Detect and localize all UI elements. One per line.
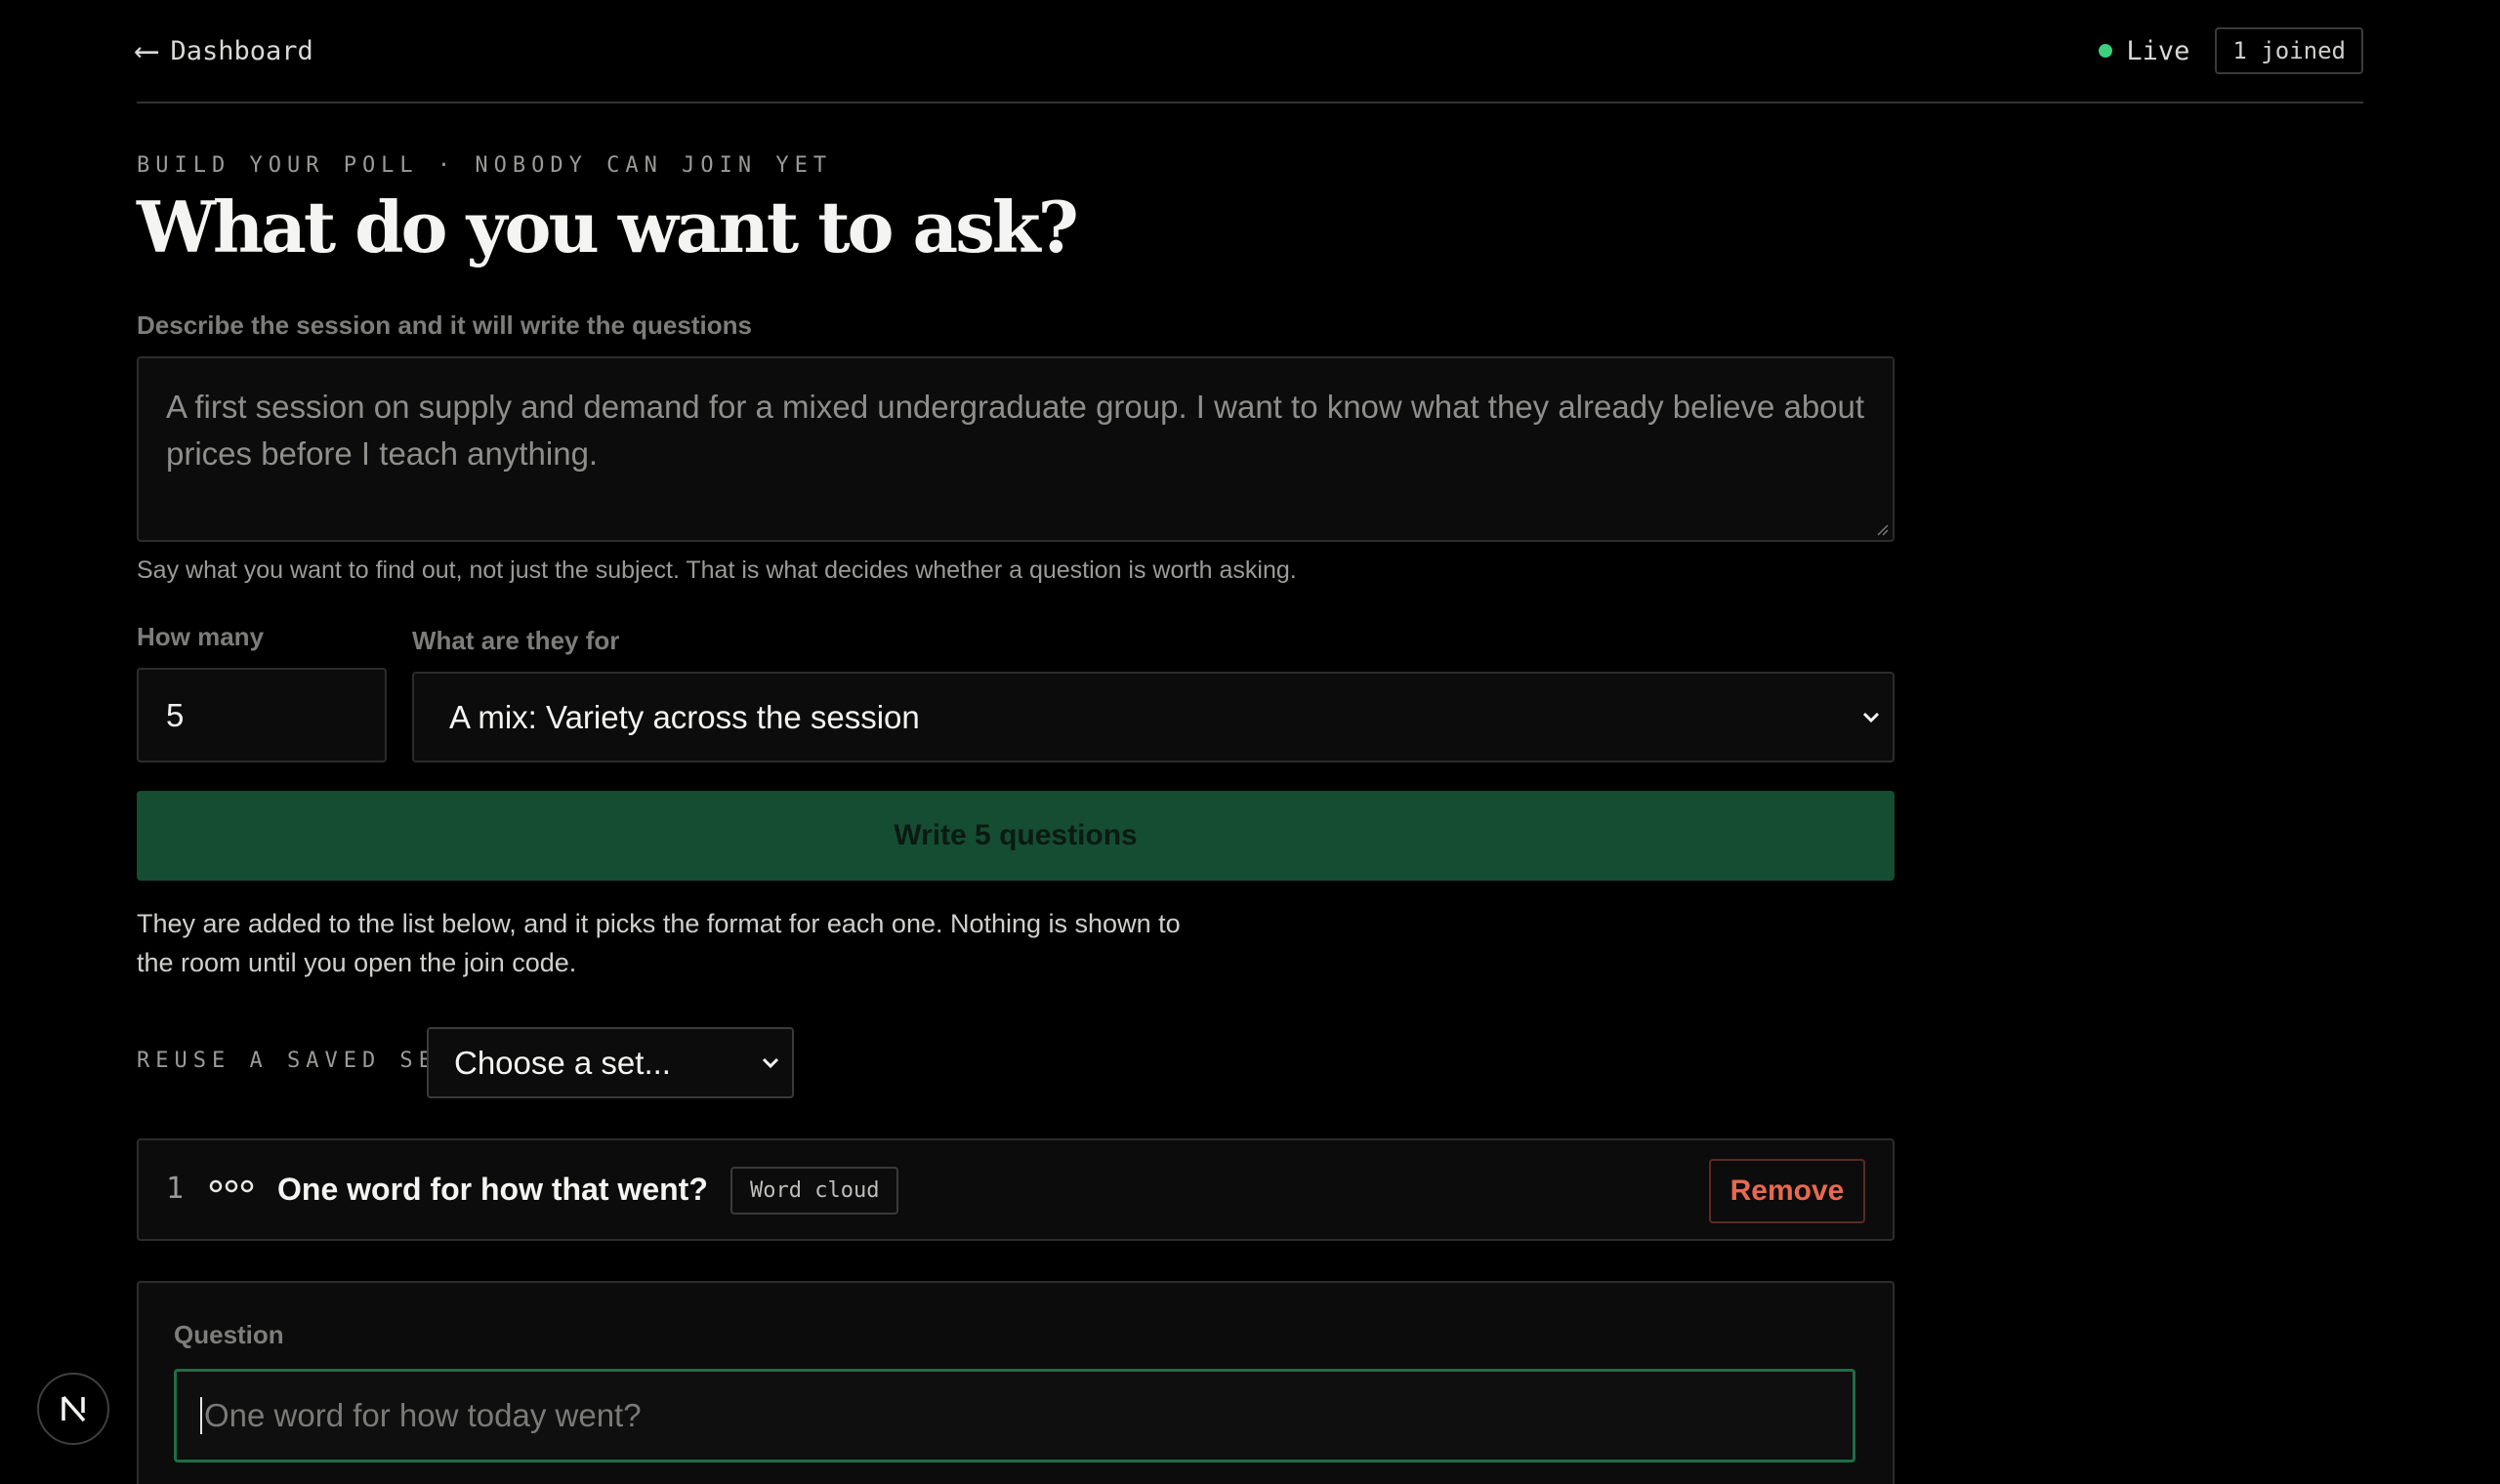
word-cloud-icon <box>209 1179 254 1193</box>
question-count-input[interactable]: 5 <box>137 668 387 763</box>
purpose-label: What are they for <box>412 626 620 655</box>
page-title: What do you want to ask? <box>137 186 1079 268</box>
live-label: Live <box>2126 35 2190 66</box>
purpose-select-value: A mix: Variety across the session <box>449 698 920 735</box>
top-bar: ⟵ Dashboard Live 1 joined <box>137 0 2363 103</box>
text-caret <box>200 1397 202 1434</box>
purpose-select[interactable]: A mix: Variety across the session <box>412 672 1895 763</box>
question-input[interactable]: One word for how today went? <box>174 1369 1855 1463</box>
n-logo-icon <box>62 1395 86 1422</box>
question-text: One word for how that went? <box>277 1172 708 1207</box>
saved-set-select-value: Choose a set... <box>454 1044 671 1081</box>
chevron-down-icon <box>1862 712 1880 722</box>
describe-hint: Say what you want to find out, not just … <box>137 556 1297 584</box>
back-to-dashboard-link[interactable]: ⟵ Dashboard <box>137 31 313 70</box>
live-indicator: Live <box>2099 36 2189 66</box>
resize-handle-icon[interactable] <box>1875 522 1889 536</box>
question-count-value: 5 <box>166 696 185 733</box>
question-input-placeholder: One word for how today went? <box>204 1397 642 1433</box>
question-field-label: Question <box>174 1320 284 1349</box>
app-badge-button[interactable] <box>37 1373 109 1445</box>
chevron-down-icon <box>762 1057 779 1068</box>
joined-count-badge: 1 joined <box>2215 27 2363 74</box>
live-dot-icon <box>2099 44 2113 58</box>
saved-set-select[interactable]: Choose a set... <box>427 1027 794 1098</box>
how-many-label: How many <box>137 622 265 651</box>
page-eyebrow: BUILD YOUR POLL · NOBODY CAN JOIN YET <box>137 153 833 178</box>
session-description-text: A first session on supply and demand for… <box>166 389 1865 472</box>
poll-builder-page: ⟵ Dashboard Live 1 joined BUILD YOUR POL… <box>0 0 2500 1484</box>
session-status: Live 1 joined <box>2099 27 2363 74</box>
reuse-set-label: REUSE A SAVED SET <box>137 1049 457 1073</box>
arrow-left-icon: ⟵ <box>137 31 157 70</box>
write-questions-button[interactable]: Write 5 questions <box>137 791 1895 881</box>
question-editor: Question One word for how today went? <box>137 1281 1895 1484</box>
session-description-textarea[interactable]: A first session on supply and demand for… <box>137 356 1895 542</box>
back-link-label: Dashboard <box>170 35 313 66</box>
remove-question-button[interactable]: Remove <box>1709 1159 1865 1223</box>
question-type-badge: Word cloud <box>730 1167 899 1215</box>
question-list-item: 1 One word for how that went? Word cloud… <box>137 1138 1895 1241</box>
describe-label: Describe the session and it will write t… <box>137 310 752 340</box>
generate-note: They are added to the list below, and it… <box>137 909 1181 977</box>
question-number: 1 <box>166 1172 185 1206</box>
